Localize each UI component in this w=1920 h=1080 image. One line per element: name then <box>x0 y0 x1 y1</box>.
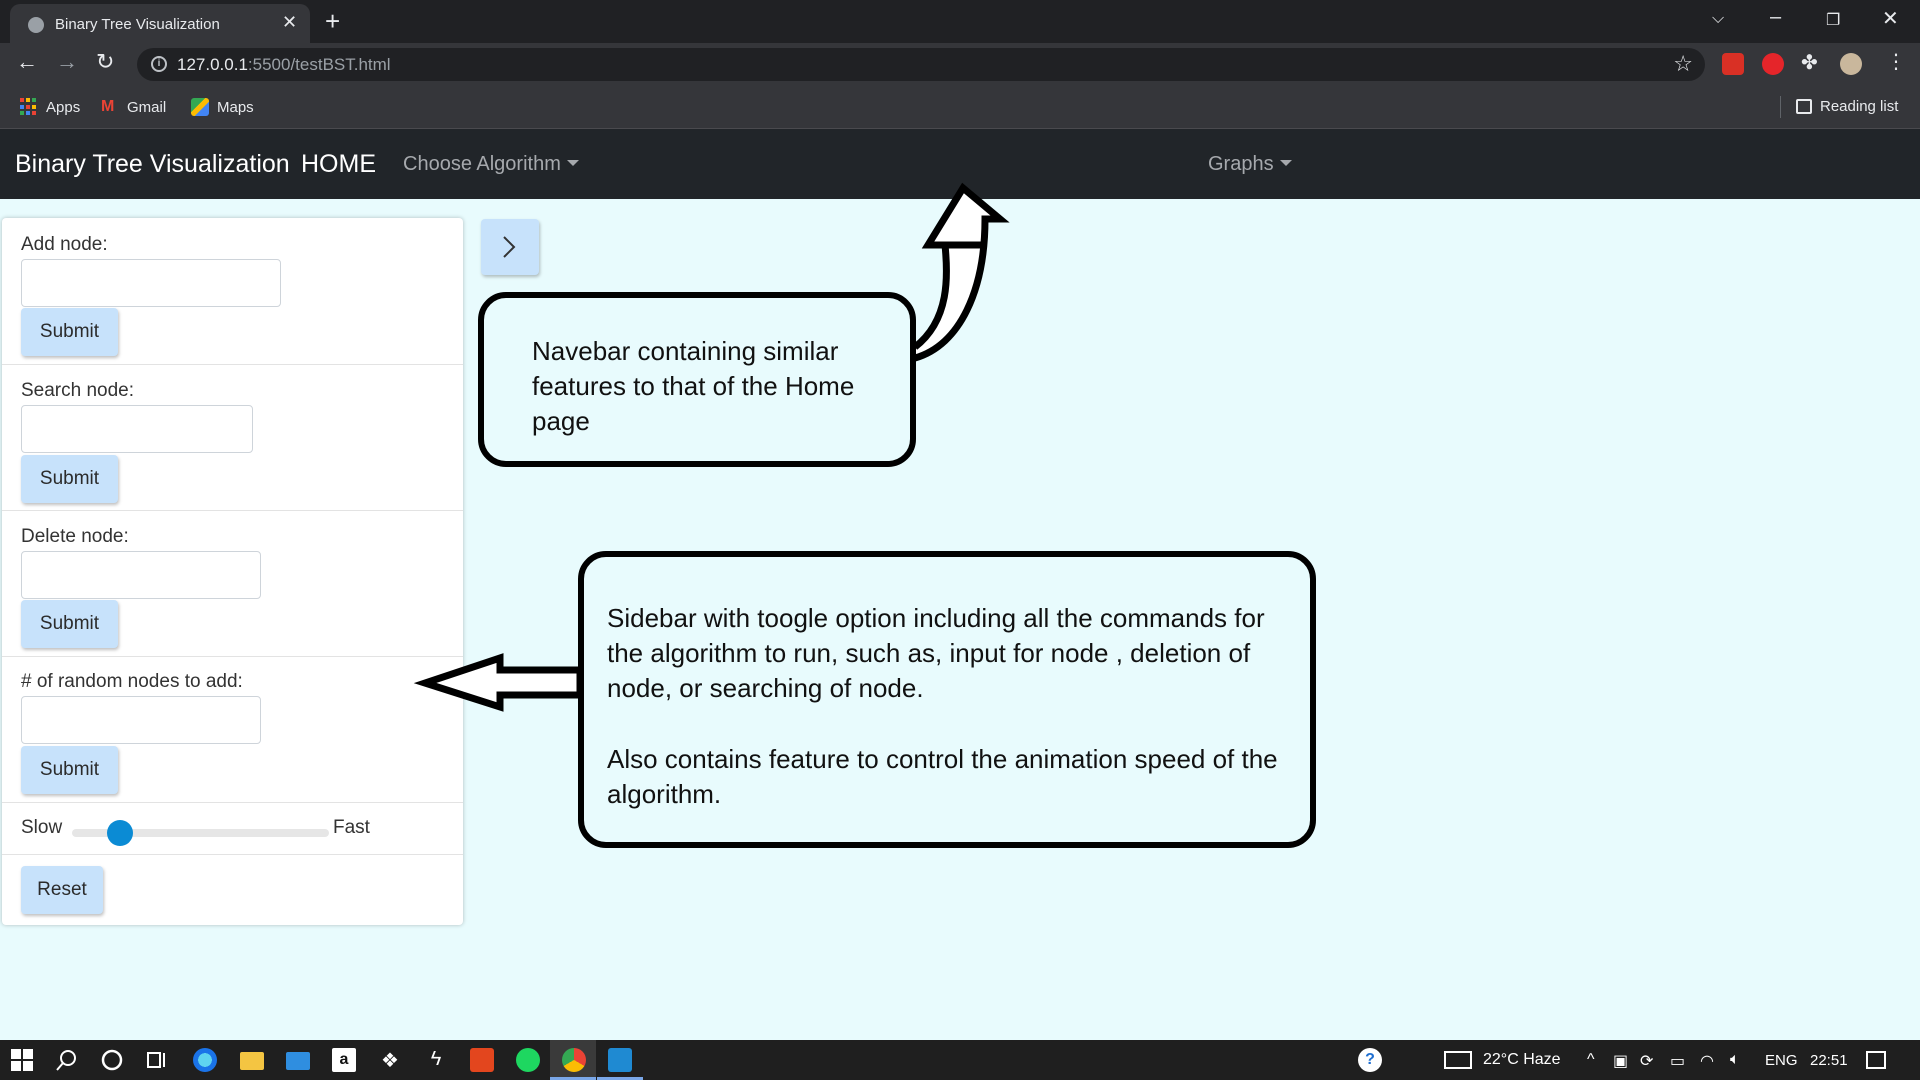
mail-icon[interactable] <box>286 1052 310 1070</box>
windows-start-icon[interactable] <box>10 1048 34 1072</box>
sync-icon[interactable]: ⟳ <box>1640 1051 1653 1071</box>
sidebar-annotation-text-2: Also contains feature to control the ani… <box>607 744 1278 809</box>
chevron-up-icon[interactable]: ^ <box>1587 1051 1595 1069</box>
amazon-icon[interactable]: a <box>332 1048 356 1072</box>
winamp-icon[interactable]: ϟ <box>424 1048 448 1072</box>
navbar-annotation-text: Navebar containing similar features to t… <box>532 336 855 436</box>
language-indicator[interactable]: ENG <box>1765 1052 1798 1069</box>
sidebar-annotation: Sidebar with toogle option including all… <box>578 551 1316 848</box>
arrow-to-navbar <box>912 182 1010 362</box>
edge-icon[interactable] <box>193 1048 217 1072</box>
file-explorer-icon[interactable] <box>240 1052 264 1070</box>
windows-taskbar: a ❖ ϟ ? 22°C Haze ^ ▣ ⟳ ▭ ◠ 🔈︎ ENG 22:51 <box>0 1040 1920 1080</box>
news-icon[interactable] <box>1444 1051 1472 1069</box>
meet-icon[interactable]: ▣ <box>1613 1051 1628 1071</box>
notifications-icon[interactable] <box>1866 1051 1886 1069</box>
arrow-to-sidebar <box>413 653 584 712</box>
vscode-icon[interactable] <box>608 1048 632 1072</box>
chrome-icon[interactable] <box>562 1048 586 1072</box>
clock[interactable]: 22:51 <box>1810 1052 1848 1069</box>
navbar-annotation: Navebar containing similar features to t… <box>478 292 916 467</box>
task-view-icon[interactable] <box>145 1048 169 1072</box>
wifi-icon[interactable]: ◠ <box>1700 1051 1714 1071</box>
search-icon[interactable] <box>55 1048 79 1072</box>
dropbox-icon[interactable]: ❖ <box>378 1048 402 1072</box>
cortana-icon[interactable] <box>100 1048 124 1072</box>
annotation-arrows <box>413 182 1010 712</box>
help-icon[interactable]: ? <box>1358 1048 1382 1072</box>
spotify-icon[interactable] <box>516 1048 540 1072</box>
office-icon[interactable] <box>470 1048 494 1072</box>
sidebar-annotation-text: Sidebar with toogle option including all… <box>607 603 1265 703</box>
volume-icon[interactable]: 🔈︎ <box>1730 1051 1740 1069</box>
weather-text[interactable]: 22°C Haze <box>1483 1051 1561 1069</box>
battery-icon[interactable]: ▭ <box>1670 1051 1685 1071</box>
